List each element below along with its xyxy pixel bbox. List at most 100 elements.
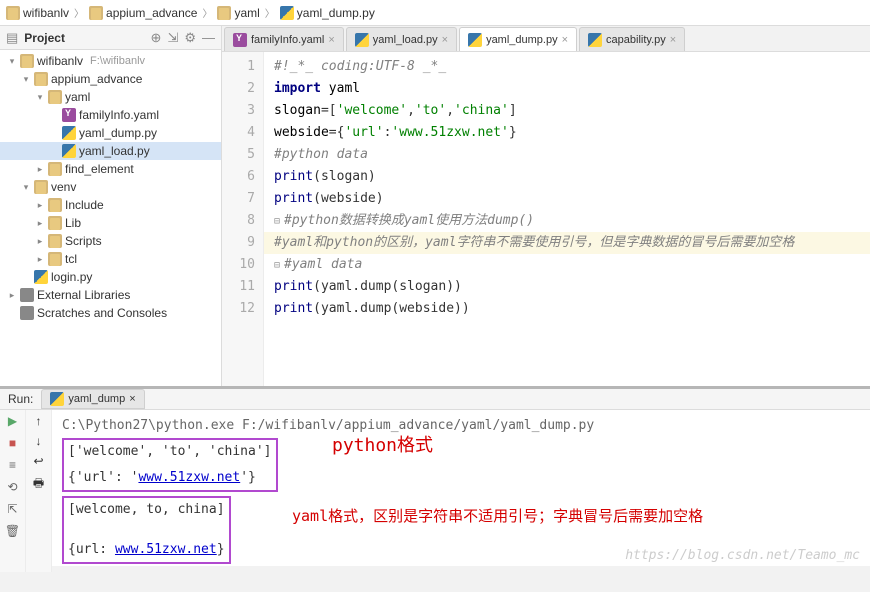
line-number: 9 [222, 232, 255, 254]
code-line[interactable]: print(yaml.dump(slogan)) [264, 276, 870, 298]
python-output-box: ['welcome', 'to', 'china'] {'url': 'www.… [62, 438, 278, 492]
code-lines[interactable]: #!_*_ coding:UTF-8 _*_import yamlslogan=… [264, 52, 870, 386]
code-line[interactable]: #!_*_ coding:UTF-8 _*_ [264, 56, 870, 78]
tree-row[interactable]: familyInfo.yaml [0, 106, 221, 124]
tree-row[interactable]: ▸External Libraries [0, 286, 221, 304]
project-tree: ▾wifibanlvF:\wifibanlv▾appium_advance▾ya… [0, 50, 221, 386]
code-line[interactable]: ⊟#python数据转换成yaml使用方法dump() [264, 210, 870, 232]
close-icon[interactable]: × [670, 34, 676, 46]
tree-arrow-icon[interactable]: ▸ [35, 164, 45, 175]
py-icon [468, 33, 482, 47]
code-line[interactable]: import yaml [264, 78, 870, 100]
layout-icon[interactable]: ≡ [5, 458, 21, 474]
tree-arrow-icon[interactable]: ▾ [21, 74, 31, 85]
close-icon[interactable]: × [442, 34, 448, 46]
line-number: 2 [222, 78, 255, 100]
export-icon[interactable]: ⇱ [5, 502, 21, 518]
console-output[interactable]: C:\Python27\python.exe F:/wifibanlv/appi… [52, 410, 870, 572]
code-line[interactable]: #yaml和python的区别，yaml字符串不需要使用引号，但是字典数据的冒号… [264, 232, 870, 254]
gear-icon[interactable]: ⚙ [184, 30, 196, 46]
trash-icon[interactable]: 🗑 [5, 524, 21, 540]
code-line[interactable]: print(yaml.dump(webside)) [264, 298, 870, 320]
line-number: 7 [222, 188, 255, 210]
tree-label: appium_advance [51, 72, 142, 86]
close-icon[interactable]: × [129, 393, 135, 405]
collapse-icon[interactable]: ⊕ [151, 30, 162, 46]
tree-arrow-icon[interactable]: ▸ [35, 218, 45, 229]
tree-arrow-icon[interactable]: ▾ [21, 182, 31, 193]
tree-arrow-icon[interactable]: ▸ [35, 254, 45, 265]
print-icon[interactable]: 🖶 [33, 474, 44, 495]
tree-row[interactable]: yaml_load.py [0, 142, 221, 160]
yaml-icon [233, 33, 247, 47]
py-icon [588, 33, 602, 47]
chevron-right-icon: 〉 [262, 5, 278, 20]
breadcrumb-item[interactable]: appium_advance [89, 6, 197, 20]
url-link[interactable]: www.51zxw.net [138, 470, 240, 485]
tree-row[interactable]: ▾venv [0, 178, 221, 196]
tree-label: yaml [65, 90, 90, 104]
tree-row[interactable]: yaml_dump.py [0, 124, 221, 142]
project-title: Project [24, 31, 144, 45]
code-editor[interactable]: 123456789101112 #!_*_ coding:UTF-8 _*_im… [222, 52, 870, 386]
autoscroll-icon[interactable]: ⇲ [167, 30, 178, 46]
watermark: https://blog.csdn.net/Teamo_mc [625, 546, 860, 566]
code-line[interactable]: print(webside) [264, 188, 870, 210]
tree-row[interactable]: ▸ Include [0, 196, 221, 214]
tree-label: wifibanlv [37, 54, 83, 68]
project-view-icon[interactable]: ▤ [6, 30, 18, 46]
wrap-icon[interactable]: ↩ [33, 454, 43, 468]
tree-arrow-icon[interactable]: ▸ [35, 200, 45, 211]
breadcrumb-item[interactable]: yaml [217, 6, 259, 20]
tree-row[interactable]: ▸find_element [0, 160, 221, 178]
code-line[interactable]: print(slogan) [264, 166, 870, 188]
breadcrumb-item[interactable]: wifibanlv [6, 6, 69, 20]
run-toolbar-left: ▶ ■ ≡ ⟲ ⇱ 🗑 [0, 410, 26, 572]
folder-icon [217, 6, 231, 20]
down-icon[interactable]: ↓ [36, 434, 42, 448]
editor-tab[interactable]: yaml_load.py× [346, 27, 457, 51]
tree-arrow-icon[interactable]: ▸ [7, 290, 17, 301]
annotation-yaml: yaml格式，区别是字符串不适用引号；字典冒号后需要加空格 [292, 506, 703, 526]
tree-row[interactable]: login.py [0, 268, 221, 286]
tree-row[interactable]: ▾ appium_advance [0, 70, 221, 88]
line-number: 8 [222, 210, 255, 232]
url-link[interactable]: www.51zxw.net [115, 542, 217, 557]
tree-row[interactable]: ▸Scripts [0, 232, 221, 250]
run-tab[interactable]: yaml_dump × [41, 389, 144, 409]
lib-icon [20, 306, 34, 320]
tree-row[interactable]: ▾wifibanlvF:\wifibanlv [0, 52, 221, 70]
folder-icon [48, 234, 62, 248]
rerun-icon[interactable]: ▶ [5, 414, 21, 430]
tree-arrow-icon[interactable]: ▸ [35, 236, 45, 247]
tree-label: Lib [65, 216, 81, 230]
folder-icon [48, 90, 62, 104]
code-line[interactable]: ⊟#yaml data [264, 254, 870, 276]
code-line[interactable]: webside={'url':'www.51zxw.net'} [264, 122, 870, 144]
close-icon[interactable]: × [328, 34, 334, 46]
tree-label: Include [65, 198, 104, 212]
tree-row[interactable]: ▸tcl [0, 250, 221, 268]
tree-arrow-icon[interactable]: ▾ [35, 92, 45, 103]
code-line[interactable]: slogan=['welcome','to','china'] [264, 100, 870, 122]
breadcrumb-label: wifibanlv [23, 6, 69, 20]
editor-tab[interactable]: yaml_dump.py× [459, 27, 577, 51]
tree-arrow-icon[interactable]: ▾ [7, 56, 17, 67]
close-icon[interactable]: × [562, 34, 568, 46]
code-line[interactable]: #python data [264, 144, 870, 166]
run-tab-label: yaml_dump [68, 393, 125, 405]
py-icon [62, 126, 76, 140]
editor-tab[interactable]: capability.py× [579, 27, 685, 51]
pin-icon[interactable]: ⟲ [5, 480, 21, 496]
editor-tab[interactable]: familyInfo.yaml× [224, 27, 344, 51]
tree-row[interactable]: ▾ yaml [0, 88, 221, 106]
up-icon[interactable]: ↑ [36, 414, 42, 428]
hide-icon[interactable]: — [202, 30, 215, 45]
line-number: 5 [222, 144, 255, 166]
folder-icon [48, 162, 62, 176]
breadcrumb-item[interactable]: yaml_dump.py [280, 6, 375, 20]
stop-icon[interactable]: ■ [5, 436, 21, 452]
breadcrumb: wifibanlv〉appium_advance〉yaml〉yaml_dump.… [0, 0, 870, 26]
tree-row[interactable]: Scratches and Consoles [0, 304, 221, 322]
tree-row[interactable]: ▸ Lib [0, 214, 221, 232]
